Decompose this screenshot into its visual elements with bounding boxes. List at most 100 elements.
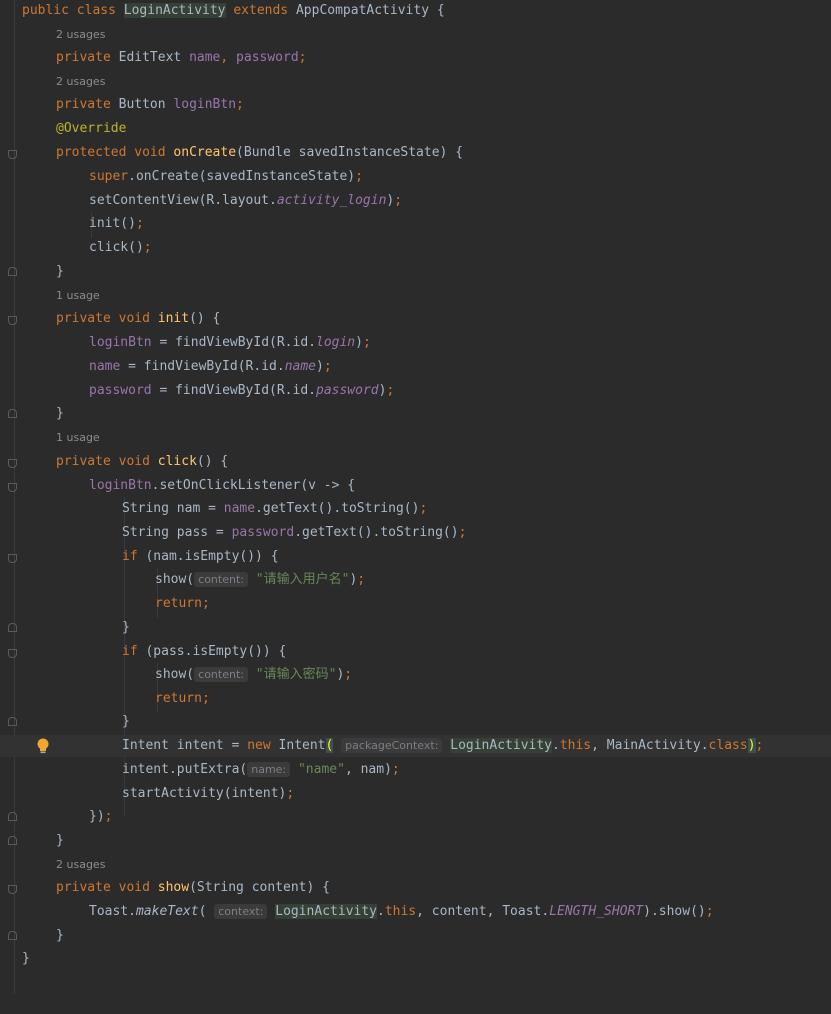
keyword-class: class	[708, 738, 748, 753]
usage-hint[interactable]: 1 usage	[0, 427, 831, 449]
semicolon: ;	[391, 762, 400, 777]
code-line-override[interactable]: @Override	[0, 118, 831, 140]
code-line-show1[interactable]: show(content: "请输入用户名");	[0, 569, 831, 591]
usage-count[interactable]: 2 usages	[56, 24, 105, 46]
closing-brace: }	[22, 951, 30, 966]
code-line-super[interactable]: super.onCreate(savedInstanceState);	[0, 166, 831, 188]
code-line-return2[interactable]: return;	[0, 688, 831, 710]
code-line-return1[interactable]: return;	[0, 593, 831, 615]
code-line-close[interactable]: }	[0, 261, 831, 283]
method-name: init	[157, 311, 190, 326]
parent-class[interactable]: AppCompatActivity	[296, 3, 429, 18]
keyword-extends: extends	[233, 3, 289, 18]
keyword-this: this	[559, 738, 592, 753]
code-line-close[interactable]: }	[0, 403, 831, 425]
code-line-intent-current[interactable]: Intent intent = new Intent( packageConte…	[0, 735, 831, 757]
usage-hint[interactable]: 2 usages	[0, 854, 831, 876]
fold-marker-icon[interactable]	[8, 459, 17, 468]
fold-marker-icon[interactable]	[8, 836, 17, 845]
closing-brace: }	[56, 833, 64, 848]
fold-marker-icon[interactable]	[8, 885, 17, 894]
code-line-if2[interactable]: if (pass.isEmpty()) {	[0, 641, 831, 663]
field-ref: password	[89, 383, 152, 398]
code-line-init-sig[interactable]: private void init() {	[0, 308, 831, 330]
type-name: Button	[118, 97, 166, 112]
code-line-close[interactable]: }	[0, 925, 831, 947]
method-params: () {	[189, 311, 221, 326]
method-params: () {	[196, 454, 229, 469]
usage-hint[interactable]: 1 usage	[0, 285, 831, 307]
code-line-field2[interactable]: private Button loginBtn;	[0, 94, 831, 116]
fold-marker-icon[interactable]	[8, 267, 17, 276]
fold-marker-icon[interactable]	[8, 150, 17, 159]
code-editor[interactable]: public class LoginActivity extends AppCo…	[0, 0, 831, 994]
code-line-field1[interactable]: private EditText name, password;	[0, 47, 831, 69]
usage-count[interactable]: 2 usages	[56, 854, 105, 876]
code-line-close[interactable]: }	[0, 617, 831, 639]
fold-marker-icon[interactable]	[8, 812, 17, 821]
fold-marker-icon[interactable]	[8, 649, 17, 658]
field-password: password	[236, 50, 299, 65]
call-text: startActivity(intent)	[122, 786, 287, 801]
field-loginbtn: loginBtn	[173, 97, 237, 112]
semicolon: ;	[323, 359, 332, 374]
code-line-click-call[interactable]: click();	[0, 237, 831, 259]
code-line-init3[interactable]: password = findViewById(R.id.password);	[0, 380, 831, 402]
keyword-if: if	[122, 549, 138, 564]
semicolon: ;	[386, 383, 395, 398]
usage-count[interactable]: 1 usage	[56, 285, 100, 307]
decl-text: String pass =	[122, 525, 232, 540]
annotation-override: @Override	[56, 121, 127, 136]
code-line-show2[interactable]: show(content: "请输入密码");	[0, 664, 831, 686]
call-text: .getText().toString()	[294, 525, 459, 540]
code-line-close-class[interactable]: }	[0, 948, 831, 970]
usage-count[interactable]: 2 usages	[56, 71, 105, 93]
code-line-click-sig[interactable]: private void click() {	[0, 451, 831, 473]
code-line-init2[interactable]: name = findViewById(R.id.name);	[0, 356, 831, 378]
lightbulb-icon[interactable]	[36, 738, 50, 754]
semicolon: ;	[298, 50, 307, 65]
closing-brace: }	[122, 714, 130, 729]
class-ref: LoginActivity	[450, 738, 552, 753]
code-line-close-lambda[interactable]: });	[0, 806, 831, 828]
fold-marker-icon[interactable]	[8, 717, 17, 726]
code-line-startactivity[interactable]: startActivity(intent);	[0, 783, 831, 805]
usage-hint[interactable]: 2 usages	[0, 24, 831, 46]
type-name: EditText	[118, 50, 182, 65]
semicolon: ;	[362, 335, 371, 350]
keyword-private: private	[56, 454, 111, 469]
layout-ref: activity_login	[276, 193, 387, 208]
paren: (	[198, 904, 207, 919]
code-line-listener[interactable]: loginBtn.setOnClickListener(v -> {	[0, 475, 831, 497]
call-text: init()	[89, 216, 136, 231]
fold-marker-icon[interactable]	[8, 931, 17, 940]
method-name: show	[157, 880, 190, 895]
fold-marker-icon[interactable]	[8, 623, 17, 632]
fold-marker-icon[interactable]	[8, 554, 17, 563]
class-name[interactable]: LoginActivity	[123, 3, 226, 18]
keyword-super: super	[89, 169, 129, 184]
keyword-void: void	[118, 311, 150, 326]
code-line-class-decl[interactable]: public class LoginActivity extends AppCo…	[0, 0, 831, 22]
code-line-oncreate[interactable]: protected void onCreate(Bundle savedInst…	[0, 142, 831, 164]
brace: {	[436, 3, 445, 18]
code-line-setcontent[interactable]: setContentView(R.layout.activity_login);	[0, 190, 831, 212]
code-line-pass[interactable]: String pass = password.getText().toStrin…	[0, 522, 831, 544]
code-line-close[interactable]: }	[0, 711, 831, 733]
fold-marker-icon[interactable]	[8, 409, 17, 418]
usage-count[interactable]: 1 usage	[56, 427, 100, 449]
usage-hint[interactable]: 2 usages	[0, 71, 831, 93]
code-line-toast[interactable]: Toast.makeText( context: LoginActivity.t…	[0, 901, 831, 923]
method-name: click	[157, 454, 197, 469]
dot: .	[377, 904, 385, 919]
fold-marker-icon[interactable]	[8, 483, 17, 492]
code-line-init1[interactable]: loginBtn = findViewById(R.id.login);	[0, 332, 831, 354]
code-line-putextra[interactable]: intent.putExtra(name: "name", nam);	[0, 759, 831, 781]
code-line-if1[interactable]: if (nam.isEmpty()) {	[0, 546, 831, 568]
code-line-nam[interactable]: String nam = name.getText().toString();	[0, 498, 831, 520]
call-text: show(	[155, 572, 195, 587]
fold-marker-icon[interactable]	[8, 316, 17, 325]
code-line-close[interactable]: }	[0, 830, 831, 852]
code-line-init-call[interactable]: init();	[0, 213, 831, 235]
code-line-show-sig[interactable]: private void show(String content) {	[0, 877, 831, 899]
